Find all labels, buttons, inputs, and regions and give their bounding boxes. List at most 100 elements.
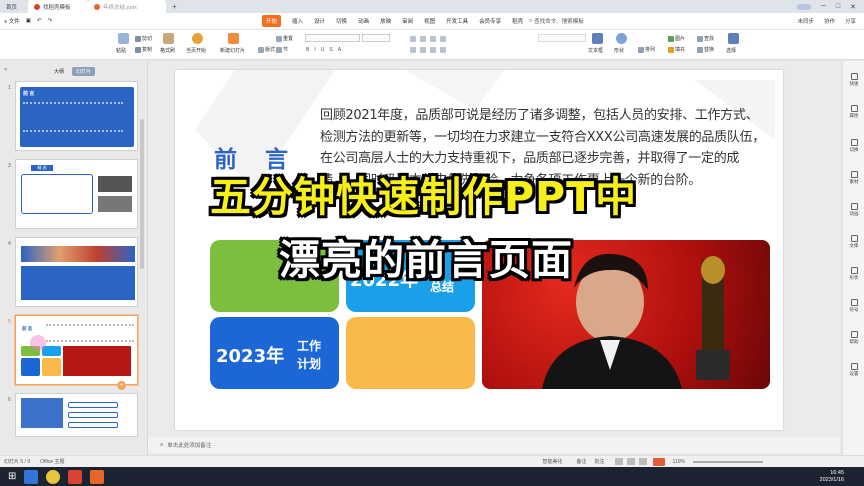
slide-thumbnail[interactable] bbox=[15, 237, 138, 307]
font-name-combo[interactable] bbox=[305, 34, 360, 42]
menu-view[interactable]: 视图 bbox=[424, 17, 435, 25]
reading-view-icon[interactable] bbox=[638, 458, 647, 465]
redo-icon[interactable]: ↷ bbox=[48, 18, 53, 24]
smart-beautify-button[interactable]: 智能美化 bbox=[542, 458, 562, 465]
select-button[interactable]: 选择 bbox=[726, 47, 736, 54]
copy-button[interactable]: 复制 bbox=[135, 46, 152, 53]
text-style-combo[interactable] bbox=[538, 34, 586, 42]
tab-outline[interactable]: 大纲 bbox=[50, 67, 68, 76]
share-button[interactable]: 分享 bbox=[845, 17, 856, 25]
close-icon[interactable]: ✕ bbox=[850, 3, 856, 11]
replace-button[interactable]: 替换 bbox=[697, 46, 714, 53]
align-left-icon[interactable] bbox=[410, 47, 416, 53]
tab-docer[interactable]: 找稻壳模板 bbox=[28, 0, 88, 13]
tab-slides[interactable]: 幻灯片 bbox=[72, 67, 96, 76]
maximize-icon[interactable]: □ bbox=[836, 3, 840, 10]
menu-review[interactable]: 审阅 bbox=[402, 17, 413, 25]
textbox-icon[interactable] bbox=[592, 33, 603, 44]
format-painter-button[interactable]: 格式刷 bbox=[160, 47, 175, 54]
rp-symbol[interactable]: 符号 bbox=[845, 299, 863, 313]
add-slide-icon[interactable]: + bbox=[117, 381, 126, 390]
play-button[interactable]: 当页开始 bbox=[186, 47, 206, 54]
remark-toggle[interactable]: 备注 bbox=[577, 458, 587, 465]
slide-thumbnail-selected[interactable]: 前 言 bbox=[15, 315, 138, 385]
save-icon[interactable]: ▣ bbox=[26, 18, 31, 24]
shape-icon[interactable] bbox=[616, 33, 627, 44]
font-size-combo[interactable] bbox=[362, 34, 390, 42]
number-list-icon[interactable] bbox=[420, 36, 426, 42]
menu-start[interactable]: 开始 bbox=[262, 15, 282, 27]
notes-bar[interactable]: ≡ 单击此处添加备注 bbox=[148, 437, 840, 453]
rp-library[interactable]: 文库 bbox=[845, 235, 863, 249]
strike-icon[interactable]: S bbox=[329, 47, 332, 53]
rp-properties[interactable]: 属性 bbox=[845, 105, 863, 119]
menu-developer[interactable]: 开发工具 bbox=[446, 17, 468, 25]
italic-icon[interactable]: I bbox=[314, 47, 315, 53]
normal-view-icon[interactable] bbox=[614, 458, 623, 465]
rp-shape[interactable]: 形状 bbox=[845, 267, 863, 281]
paste-button[interactable]: 粘贴 bbox=[116, 47, 126, 54]
collab-button[interactable]: 协作 bbox=[824, 17, 835, 25]
arrange-button[interactable]: 排列 bbox=[638, 46, 655, 53]
tab-document[interactable]: 年终总结.pptx bbox=[88, 0, 166, 13]
zoom-level[interactable]: 110% bbox=[673, 459, 685, 465]
command-search[interactable]: ⌕ 查找命令、搜索模板 bbox=[529, 17, 584, 26]
section-button[interactable]: 节 bbox=[276, 46, 288, 53]
system-clock[interactable]: 16:45 2023/1/16 bbox=[820, 470, 864, 484]
bold-icon[interactable]: B bbox=[306, 47, 309, 53]
underline-icon[interactable]: U bbox=[321, 47, 325, 53]
sync-status[interactable]: 未同步 bbox=[797, 17, 814, 25]
rp-settings[interactable]: 设置 bbox=[845, 363, 863, 377]
reset-button[interactable]: 重置 bbox=[276, 35, 293, 42]
panel-scrollbar[interactable] bbox=[140, 119, 144, 269]
picture-button[interactable]: 图片 bbox=[668, 35, 685, 42]
find-button[interactable]: 查找 bbox=[697, 35, 714, 42]
sorter-view-icon[interactable] bbox=[626, 458, 635, 465]
slideshow-play-icon[interactable] bbox=[652, 457, 665, 466]
indent-icon[interactable] bbox=[430, 36, 436, 42]
align-center-icon[interactable] bbox=[420, 47, 426, 53]
play-icon[interactable] bbox=[192, 33, 203, 44]
wps-icon[interactable] bbox=[68, 469, 83, 484]
font-color-icon[interactable]: A bbox=[338, 47, 341, 53]
shape-button[interactable]: 形状 bbox=[614, 47, 624, 54]
fill-button[interactable]: 填充 bbox=[668, 46, 685, 53]
new-slide-icon[interactable] bbox=[228, 33, 239, 44]
layout-button[interactable]: 版式 bbox=[258, 46, 275, 53]
rp-transition[interactable]: 切换 bbox=[845, 139, 863, 153]
rp-animation[interactable]: 动画 bbox=[845, 203, 863, 217]
tab-home[interactable]: 首页 bbox=[0, 0, 28, 13]
user-pill[interactable] bbox=[796, 3, 811, 10]
rp-quick[interactable]: 快速 bbox=[845, 73, 863, 87]
menu-insert[interactable]: 插入 bbox=[292, 17, 303, 25]
zoom-slider[interactable] bbox=[692, 460, 763, 463]
new-slide-button[interactable]: 新建幻灯片 bbox=[220, 47, 245, 54]
chrome-icon[interactable] bbox=[46, 469, 61, 484]
windows-start-icon[interactable]: ⊞ bbox=[8, 471, 16, 482]
select-icon[interactable] bbox=[728, 33, 739, 44]
menu-docer[interactable]: 稻壳 bbox=[512, 17, 523, 25]
comment-toggle[interactable]: 批注 bbox=[595, 458, 605, 465]
bullet-list-icon[interactable] bbox=[410, 36, 416, 42]
outdent-icon[interactable] bbox=[440, 36, 446, 42]
slide-thumbnail[interactable]: 精 选 bbox=[15, 159, 138, 229]
undo-icon[interactable]: ↶ bbox=[37, 18, 42, 24]
slide-thumbnail[interactable] bbox=[15, 393, 138, 437]
rp-help[interactable]: 帮助 bbox=[845, 331, 863, 345]
slide-thumbnail[interactable]: 前 言 bbox=[15, 81, 138, 151]
taskbar-app-icon[interactable] bbox=[24, 469, 39, 484]
textbox-button[interactable]: 文本框 bbox=[588, 47, 603, 54]
wps-presentation-icon[interactable] bbox=[90, 469, 105, 484]
justify-icon[interactable] bbox=[440, 47, 446, 53]
align-right-icon[interactable] bbox=[430, 47, 436, 53]
menu-animation[interactable]: 动画 bbox=[358, 17, 369, 25]
cut-button[interactable]: 剪切 bbox=[135, 35, 152, 42]
menu-transition[interactable]: 切换 bbox=[336, 17, 347, 25]
minimize-icon[interactable]: ─ bbox=[821, 3, 826, 10]
menu-design[interactable]: 设计 bbox=[314, 17, 325, 25]
paste-icon[interactable] bbox=[118, 33, 129, 44]
file-menu[interactable]: ≡ 文件 bbox=[4, 17, 20, 25]
new-tab-button[interactable]: + bbox=[166, 2, 183, 11]
menu-member[interactable]: 会员专享 bbox=[479, 17, 501, 25]
brush-icon[interactable] bbox=[163, 33, 174, 44]
